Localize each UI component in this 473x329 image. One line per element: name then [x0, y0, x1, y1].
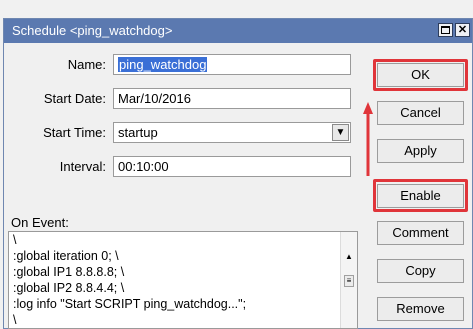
start-date-label: Start Date:: [43, 91, 106, 106]
enable-highlight-box: [373, 179, 468, 212]
start-date-field[interactable]: Mar/10/2016: [113, 88, 351, 109]
scroll-up-icon[interactable]: ▲: [345, 252, 353, 261]
apply-button[interactable]: Apply: [377, 139, 464, 163]
name-label: Name:: [67, 57, 106, 72]
event-line: :global IP2 8.8.4.4; \: [13, 281, 125, 295]
scroll-grip-icon[interactable]: ≡: [344, 275, 354, 287]
up-arrow-icon: [363, 102, 373, 176]
maximize-icon[interactable]: [438, 23, 453, 37]
textarea-scrollbar[interactable]: ▲ ≡: [340, 232, 357, 328]
on-event-label: On Event:: [11, 215, 69, 230]
cancel-button[interactable]: Cancel: [377, 101, 464, 125]
event-line: \: [13, 313, 17, 327]
remove-button[interactable]: Remove: [377, 297, 464, 321]
start-time-label: Start Time:: [43, 125, 106, 140]
start-time-field[interactable]: startup ▼: [113, 122, 351, 143]
dropdown-arrow-icon[interactable]: ▼: [332, 124, 349, 141]
window-title: Schedule <ping_watchdog>: [12, 23, 173, 38]
ok-highlight-box: [373, 59, 468, 91]
event-line: :global iteration 0; \: [13, 249, 119, 263]
event-line: \: [13, 233, 17, 247]
comment-button[interactable]: Comment: [377, 221, 464, 245]
copy-button[interactable]: Copy: [377, 259, 464, 283]
name-value: ping_watchdog: [118, 57, 208, 72]
name-field[interactable]: ping_watchdog: [113, 54, 351, 75]
schedule-window: Schedule <ping_watchdog> ✕ Name: ping_wa…: [3, 18, 473, 329]
on-event-textarea[interactable]: \ :global iteration 0; \ :global IP1 8.8…: [8, 231, 358, 329]
close-icon[interactable]: ✕: [455, 23, 470, 37]
start-time-value: startup: [118, 125, 158, 140]
event-line: :log info "Start SCRIPT ping_watchdog...…: [13, 297, 247, 311]
event-line: :global IP1 8.8.8.8; \: [13, 265, 125, 279]
title-bar[interactable]: Schedule <ping_watchdog> ✕: [4, 19, 472, 43]
interval-field[interactable]: 00:10:00: [113, 156, 351, 177]
interval-label: Interval:: [59, 159, 106, 174]
